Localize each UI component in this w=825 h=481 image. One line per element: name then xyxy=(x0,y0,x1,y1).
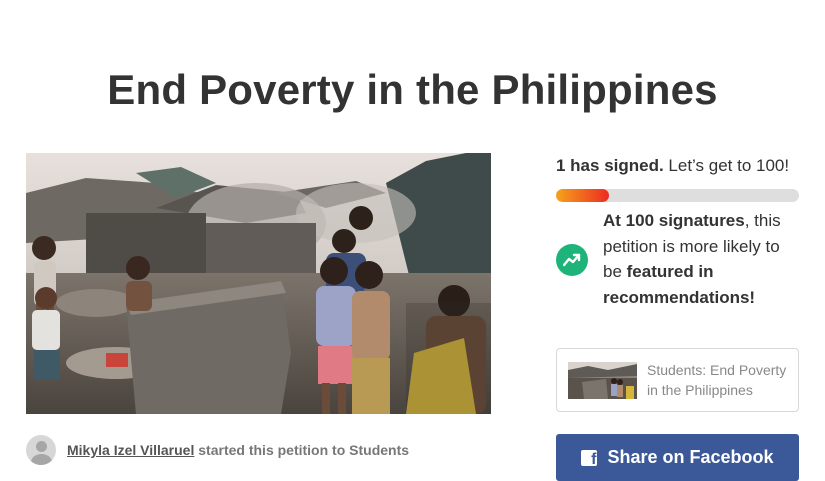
signed-count-text: 1 has signed. xyxy=(556,156,664,175)
facebook-icon: f xyxy=(581,449,598,466)
milestone-strong-2: featured in recommendations! xyxy=(603,262,756,307)
related-petition-card[interactable]: Students: End Poverty in the Philippines xyxy=(556,348,799,412)
author-suffix: started this petition to Students xyxy=(194,442,410,458)
share-facebook-label: Share on Facebook xyxy=(607,447,774,467)
progress-fill xyxy=(556,189,610,202)
milestone-message: At 100 signatures, this petition is more… xyxy=(603,208,803,310)
page-title: End Poverty in the Philippines xyxy=(107,66,718,114)
goal-text: Let’s get to 100! xyxy=(663,156,790,175)
signature-progress-bar xyxy=(556,189,799,202)
share-facebook-button[interactable]: f Share on Facebook xyxy=(556,434,799,481)
petition-hero-image xyxy=(26,153,491,414)
author-name-link[interactable]: Mikyla Izel Villaruel xyxy=(67,442,194,458)
petition-author: Mikyla Izel Villaruel started this petit… xyxy=(26,434,409,466)
related-petition-thumbnail xyxy=(568,362,637,399)
signature-count: 1 has signed. Let’s get to 100! xyxy=(556,156,789,176)
user-avatar-icon xyxy=(26,435,56,465)
author-line: Mikyla Izel Villaruel started this petit… xyxy=(67,442,409,458)
milestone-strong-1: At 100 signatures xyxy=(603,211,745,230)
trending-up-icon xyxy=(556,244,588,276)
related-petition-title: Students: End Poverty in the Philippines xyxy=(647,362,787,398)
